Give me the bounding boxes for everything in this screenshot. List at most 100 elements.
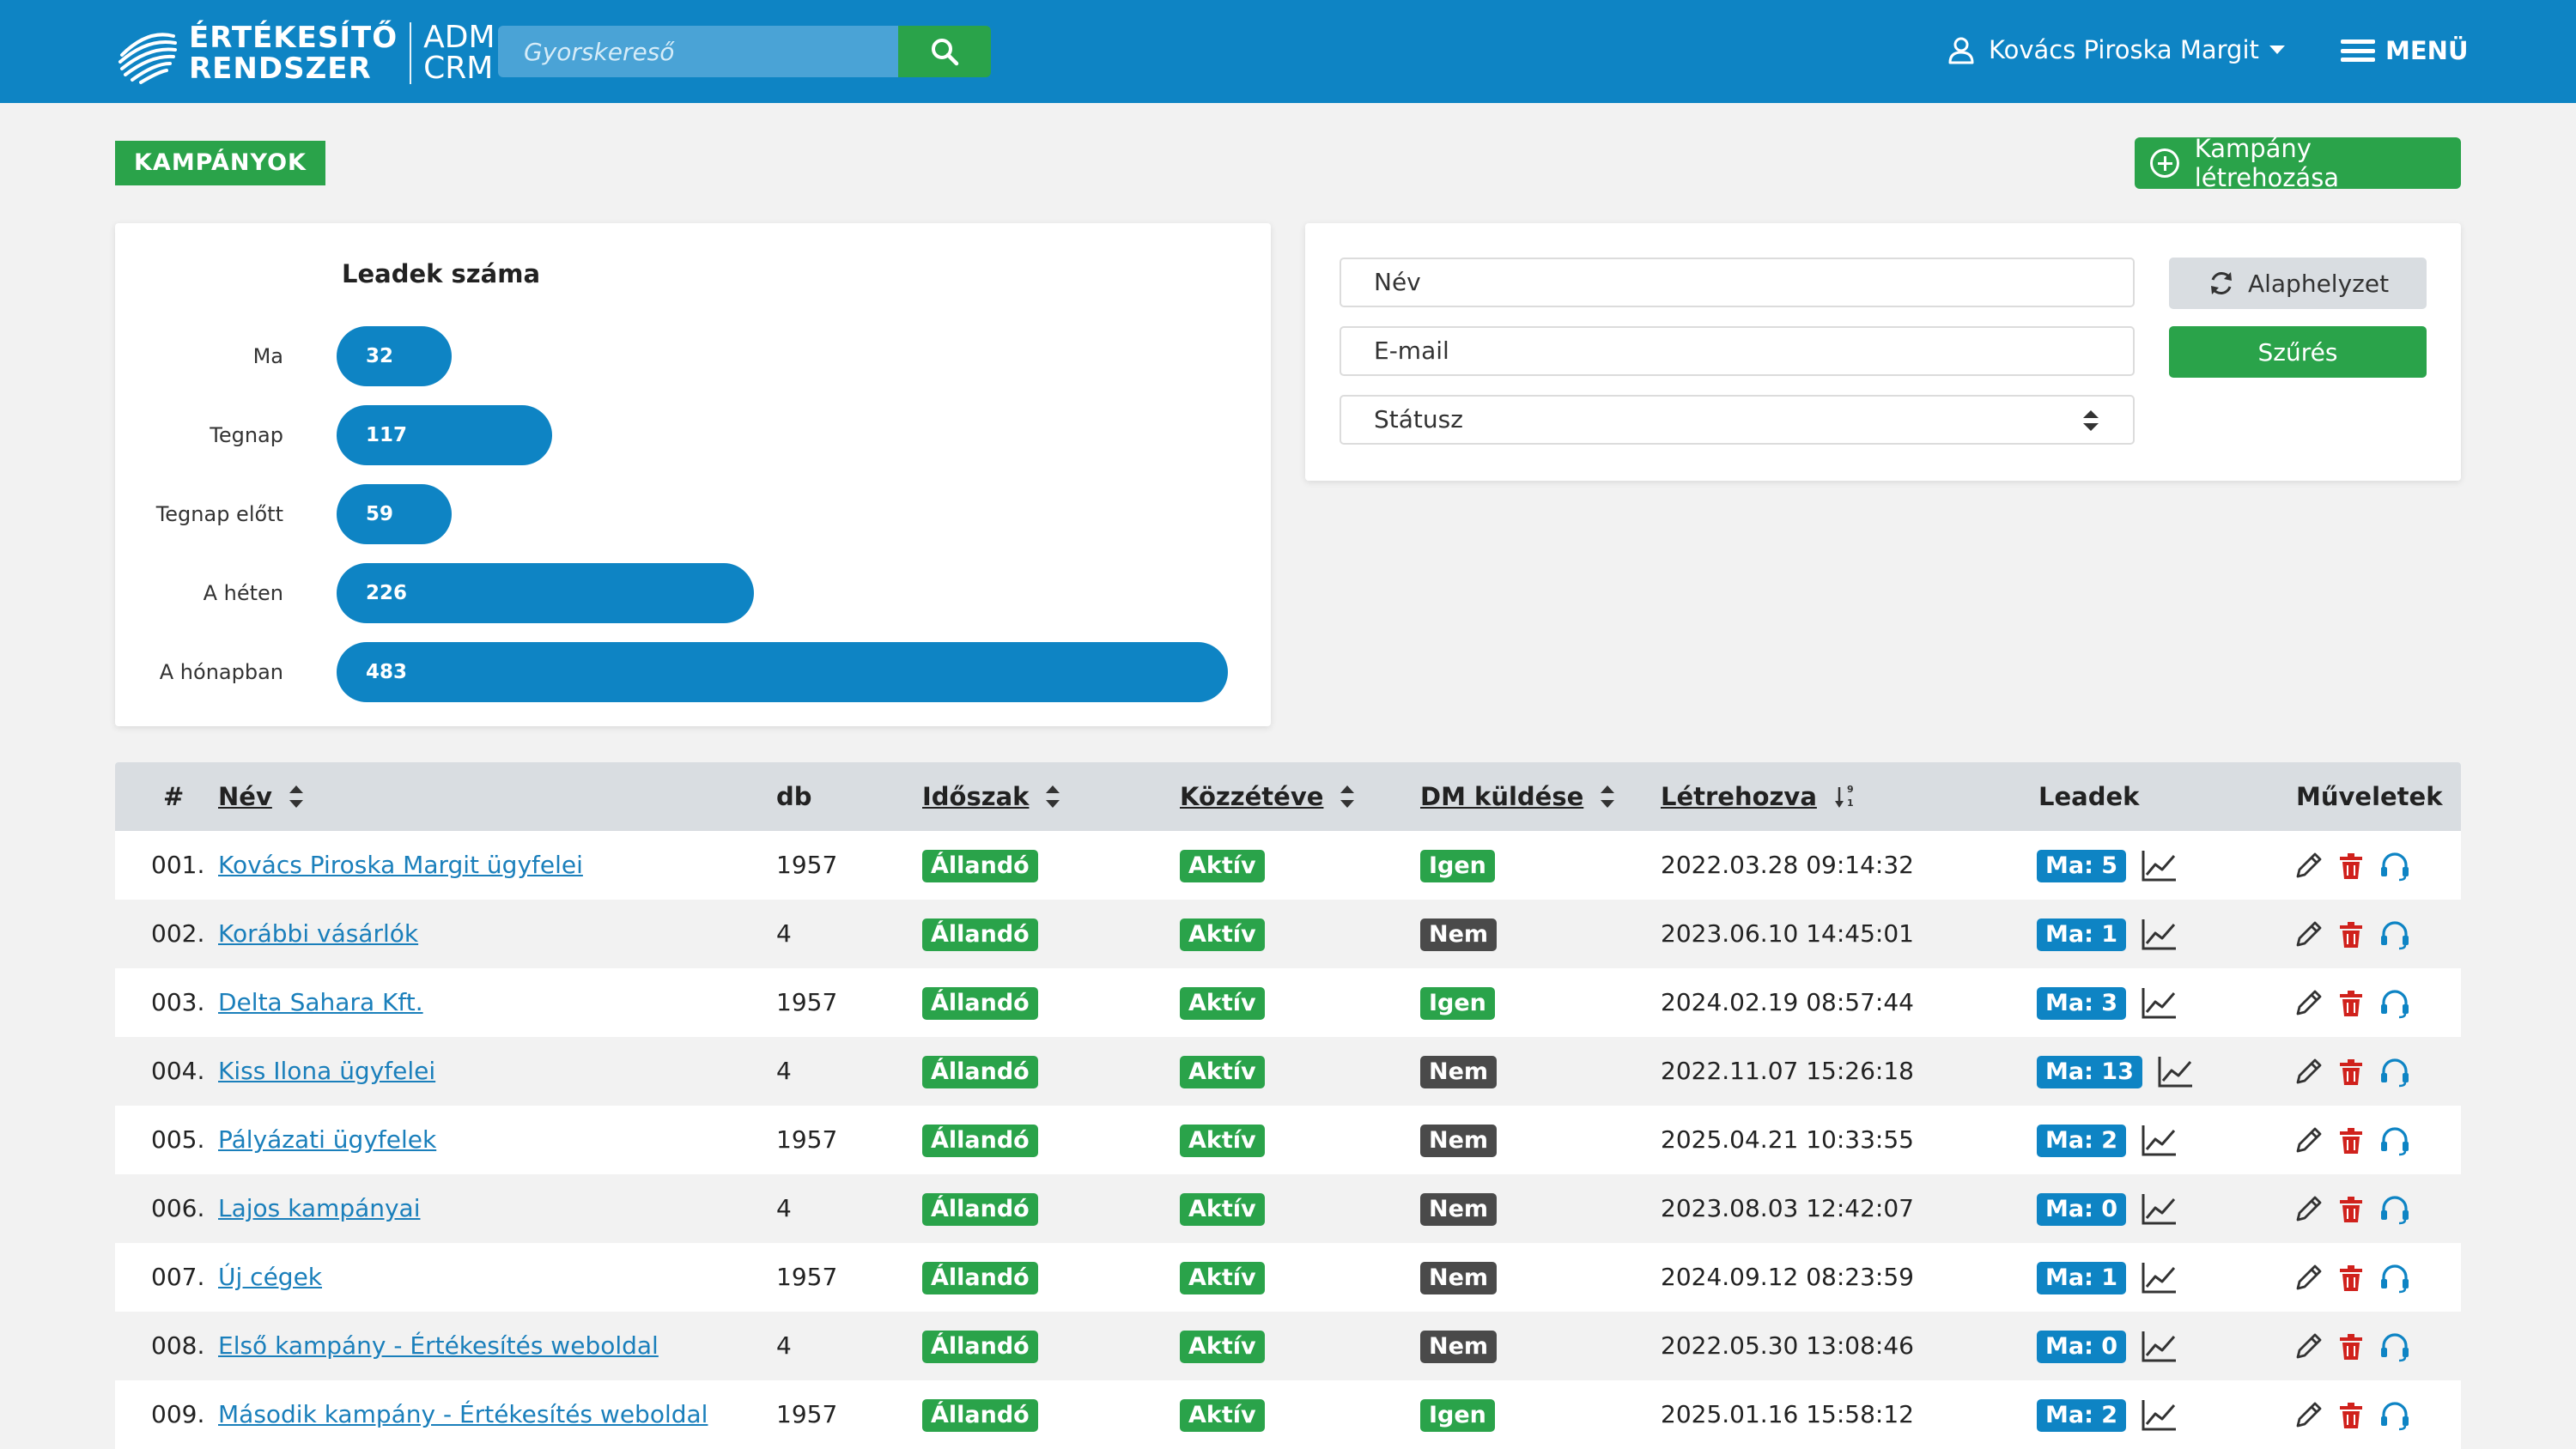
campaign-link[interactable]: Korábbi vásárlók xyxy=(218,919,418,948)
row-period: Állandó xyxy=(922,1243,1038,1312)
campaign-link[interactable]: Delta Sahara Kft. xyxy=(218,988,423,1016)
dm-badge: Nem xyxy=(1420,1262,1498,1294)
published-badge: Aktív xyxy=(1180,919,1265,951)
trash-icon[interactable] xyxy=(2336,988,2366,1019)
leads-badge[interactable]: Ma: 13 xyxy=(2037,1056,2142,1088)
line-chart-icon[interactable] xyxy=(2140,1330,2178,1364)
trash-icon[interactable] xyxy=(2336,1125,2366,1156)
caret-down-icon xyxy=(2269,45,2285,54)
published-badge: Aktív xyxy=(1180,850,1265,882)
trash-icon[interactable] xyxy=(2336,1263,2366,1294)
search-button[interactable] xyxy=(898,26,991,77)
reset-button[interactable]: Alaphelyzet xyxy=(2169,258,2427,309)
campaign-link[interactable]: Első kampány - Értékesítés weboldal xyxy=(218,1331,659,1360)
headset-icon[interactable] xyxy=(2379,1056,2411,1088)
hamburger-icon xyxy=(2341,39,2375,62)
row-period: Állandó xyxy=(922,1037,1038,1106)
leads-badge[interactable]: Ma: 5 xyxy=(2037,850,2127,882)
leads-badge[interactable]: Ma: 2 xyxy=(2037,1399,2127,1432)
line-chart-icon[interactable] xyxy=(2156,1055,2194,1089)
headset-icon[interactable] xyxy=(2379,1331,2411,1363)
edit-icon[interactable] xyxy=(2293,1125,2324,1156)
trash-icon[interactable] xyxy=(2336,1400,2366,1431)
col-actions: Műveletek xyxy=(2296,782,2443,811)
edit-icon[interactable] xyxy=(2293,988,2324,1019)
line-chart-icon[interactable] xyxy=(2140,986,2178,1021)
trash-icon[interactable] xyxy=(2336,919,2366,950)
row-created: 2025.04.21 10:33:55 xyxy=(1661,1125,1914,1154)
line-chart-icon[interactable] xyxy=(2140,1398,2178,1433)
line-chart-icon[interactable] xyxy=(2140,1124,2178,1158)
leads-badge[interactable]: Ma: 0 xyxy=(2037,1331,2127,1363)
line-chart-icon[interactable] xyxy=(2140,918,2178,952)
edit-icon[interactable] xyxy=(2293,919,2324,950)
leads-badge[interactable]: Ma: 1 xyxy=(2037,1262,2127,1294)
headset-icon[interactable] xyxy=(2379,850,2411,882)
row-leads: Ma: 2 xyxy=(2037,1380,2178,1449)
name-filter-input[interactable]: Név xyxy=(1340,258,2135,307)
campaign-link[interactable]: Pályázati ügyfelek xyxy=(218,1125,436,1154)
row-published: Aktív xyxy=(1180,900,1265,968)
headset-icon[interactable] xyxy=(2379,1399,2411,1432)
sort-icon xyxy=(1601,785,1615,808)
edit-icon[interactable] xyxy=(2293,1400,2324,1431)
filter-button[interactable]: Szűrés xyxy=(2169,326,2427,378)
leads-badge[interactable]: Ma: 3 xyxy=(2037,987,2127,1020)
table-row: 006. Lajos kampányai 4 Állandó Aktív Nem 2023.… xyxy=(115,1174,2461,1243)
row-dm: Igen xyxy=(1420,968,1495,1037)
bar-category-label: Tegnap előtt xyxy=(155,502,283,526)
bar-row: A hónapban 483 xyxy=(115,642,1271,702)
leads-badge[interactable]: Ma: 0 xyxy=(2037,1193,2127,1226)
headset-icon[interactable] xyxy=(2379,919,2411,951)
col-created[interactable]: Létrehozva 9 1 xyxy=(1661,762,1856,831)
trash-icon[interactable] xyxy=(2336,851,2366,882)
edit-icon[interactable] xyxy=(2293,1263,2324,1294)
app-logo[interactable]: ÉRTÉKESÍTŐ RENDSZER ADM CRM xyxy=(115,19,495,88)
row-name: Delta Sahara Kft. xyxy=(218,968,423,1037)
col-name[interactable]: Név xyxy=(218,762,303,831)
col-published[interactable]: Közzétéve xyxy=(1180,762,1355,831)
main-menu-button[interactable]: MENÜ xyxy=(2341,36,2469,65)
col-period[interactable]: Időszak xyxy=(922,762,1060,831)
line-chart-icon[interactable] xyxy=(2140,1261,2178,1295)
col-dm[interactable]: DM küldése xyxy=(1420,762,1615,831)
edit-icon[interactable] xyxy=(2293,1194,2324,1225)
row-period: Állandó xyxy=(922,1380,1038,1449)
period-badge: Állandó xyxy=(922,1399,1038,1432)
bar-3[interactable]: 226 xyxy=(337,563,754,623)
bar-0[interactable]: 32 xyxy=(337,326,452,386)
edit-icon[interactable] xyxy=(2293,1057,2324,1088)
line-chart-icon[interactable] xyxy=(2140,1192,2178,1227)
logo-sub-line2: CRM xyxy=(423,51,494,86)
campaign-link[interactable]: Lajos kampányai xyxy=(218,1194,421,1222)
headset-icon[interactable] xyxy=(2379,1262,2411,1294)
campaign-link[interactable]: Második kampány - Értékesítés weboldal xyxy=(218,1400,708,1428)
trash-icon[interactable] xyxy=(2336,1331,2366,1362)
bar-4[interactable]: 483 xyxy=(337,642,1228,702)
bar-2[interactable]: 59 xyxy=(337,484,452,544)
status-filter-select[interactable]: Státusz xyxy=(1340,395,2135,445)
headset-icon[interactable] xyxy=(2379,1193,2411,1226)
bar-1[interactable]: 117 xyxy=(337,405,552,465)
edit-icon[interactable] xyxy=(2293,1331,2324,1362)
leads-badge[interactable]: Ma: 1 xyxy=(2037,919,2127,951)
headset-icon[interactable] xyxy=(2379,987,2411,1020)
bar-value-label: 32 xyxy=(366,345,394,367)
trash-icon[interactable] xyxy=(2336,1194,2366,1225)
row-dm: Nem xyxy=(1420,1037,1498,1106)
bar-row: Tegnap 117 xyxy=(115,405,1271,465)
campaign-link[interactable]: Kiss Ilona ügyfelei xyxy=(218,1057,435,1085)
user-menu[interactable]: Kovács Piroska Margit xyxy=(1946,34,2285,65)
sort-icon xyxy=(1046,785,1060,808)
period-badge: Állandó xyxy=(922,1262,1038,1294)
campaign-link[interactable]: Új cégek xyxy=(218,1263,322,1291)
trash-icon[interactable] xyxy=(2336,1057,2366,1088)
leads-badge[interactable]: Ma: 2 xyxy=(2037,1125,2127,1157)
campaign-link[interactable]: Kovács Piroska Margit ügyfelei xyxy=(218,851,583,879)
line-chart-icon[interactable] xyxy=(2140,849,2178,883)
edit-icon[interactable] xyxy=(2293,851,2324,882)
email-filter-input[interactable]: E-mail xyxy=(1340,326,2135,376)
headset-icon[interactable] xyxy=(2379,1125,2411,1157)
create-campaign-button[interactable]: Kampány létrehozása xyxy=(2135,134,2461,192)
quick-search-input[interactable] xyxy=(498,26,900,77)
